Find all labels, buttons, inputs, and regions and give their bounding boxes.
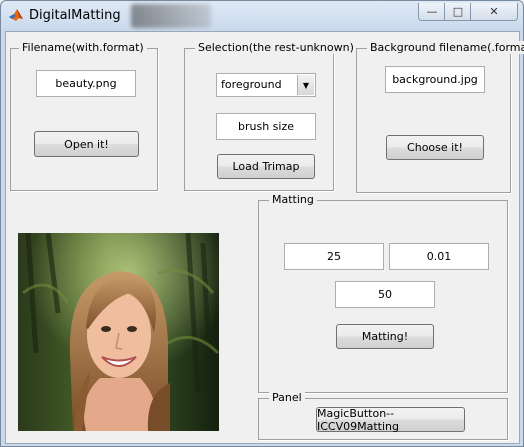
minimize-icon: — — [426, 5, 438, 18]
matting-button[interactable]: Matting! — [336, 324, 434, 349]
magic-button[interactable]: MagicButton--ICCV09Matting — [316, 407, 465, 433]
filename-panel: Filename(with.format) beauty.png Open it… — [10, 41, 158, 191]
window-title: DigitalMatting — [29, 8, 121, 23]
choose-button[interactable]: Choose it! — [386, 135, 484, 160]
matting-panel: Matting 25 0.01 50 Matting! — [258, 193, 508, 393]
magic-panel: Panel MagicButton--ICCV09Matting — [258, 391, 508, 440]
close-icon: ✕ — [489, 5, 499, 18]
selection-dropdown[interactable]: foreground ▼ — [216, 73, 316, 97]
title-bar[interactable]: DigitalMatting — □ ✕ — [1, 1, 523, 31]
brush-size-field[interactable]: brush size — [216, 113, 316, 140]
close-button[interactable]: ✕ — [470, 3, 518, 21]
open-button[interactable]: Open it! — [34, 131, 139, 157]
matting-panel-title: Matting — [269, 193, 317, 206]
filename-field[interactable]: beauty.png — [36, 70, 136, 97]
app-window: DigitalMatting — □ ✕ Filename(with.forma… — [0, 0, 524, 447]
chevron-down-icon: ▼ — [297, 75, 314, 95]
background-panel-title: Background filename(.format) — [367, 41, 524, 54]
portrait-image — [18, 233, 219, 431]
load-trimap-button[interactable]: Load Trimap — [217, 154, 315, 179]
selection-dropdown-value: foreground — [221, 78, 282, 91]
maximize-button[interactable]: □ — [444, 3, 472, 21]
image-preview — [18, 233, 219, 431]
selection-panel-title: Selection(the rest-unknown) — [195, 41, 357, 54]
selection-panel: Selection(the rest-unknown) foreground ▼… — [184, 41, 357, 191]
background-panel: Background filename(.format) background.… — [356, 41, 524, 193]
matting-param-2-field[interactable]: 0.01 — [389, 243, 489, 270]
matlab-logo-icon — [9, 9, 23, 21]
maximize-icon: □ — [452, 5, 464, 18]
title-bar-background — [131, 4, 211, 28]
background-filename-field[interactable]: background.jpg — [385, 66, 485, 93]
matting-param-1-field[interactable]: 25 — [284, 243, 384, 270]
minimize-button[interactable]: — — [418, 3, 446, 21]
figure-client-area: Filename(with.format) beauty.png Open it… — [5, 31, 524, 444]
magic-panel-title: Panel — [269, 391, 305, 404]
filename-panel-title: Filename(with.format) — [19, 41, 147, 54]
matting-param-3-field[interactable]: 50 — [335, 281, 435, 308]
